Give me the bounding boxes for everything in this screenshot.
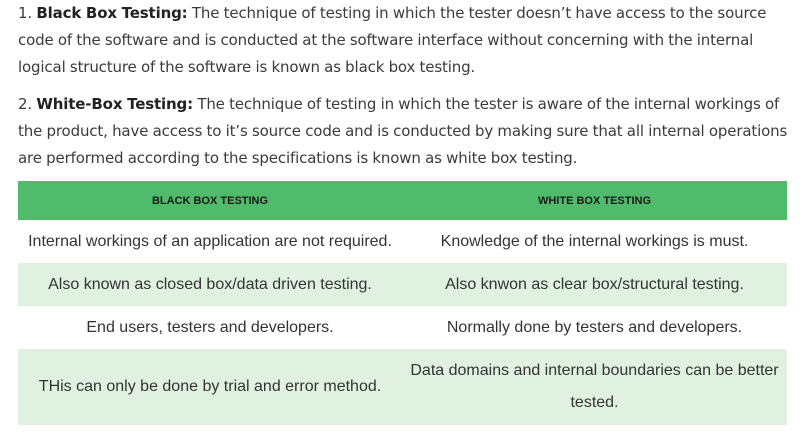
term-black-box: Black Box Testing:: [36, 4, 188, 22]
paragraph-black-box: 1. Black Box Testing: The technique of t…: [18, 0, 798, 81]
table-cell: Normally done by testers and developers.: [446, 318, 743, 336]
table-cell: Data domains and internal boundaries can…: [402, 349, 787, 425]
paragraph-number: 2.: [18, 95, 33, 113]
table-cell: Also known as closed box/data driven tes…: [18, 263, 402, 306]
header-white-box: WHITE BOX TESTING: [402, 181, 787, 220]
table-row: Internal workings of an application are …: [18, 220, 787, 263]
table-cell: End users, testers and developers.: [86, 318, 334, 336]
table-row: Also known as closed box/data driven tes…: [18, 263, 787, 306]
term-white-box: White-Box Testing:: [36, 95, 193, 113]
header-black-box: BLACK BOX TESTING: [18, 181, 402, 220]
table-cell: Knowledge of the internal workings is mu…: [440, 232, 749, 250]
comparison-table: BLACK BOX TESTING WHITE BOX TESTING Inte…: [18, 181, 787, 425]
paragraph-white-box: 2. White-Box Testing: The technique of t…: [18, 91, 798, 172]
table-header-row: BLACK BOX TESTING WHITE BOX TESTING: [18, 181, 787, 220]
table-cell: Also knwon as clear box/structural testi…: [402, 263, 787, 306]
table-cell: Internal workings of an application are …: [28, 232, 392, 250]
paragraph-number: 1.: [18, 4, 33, 22]
table-cell: THis can only be done by trial and error…: [18, 349, 402, 425]
table-row: End users, testers and developers. Norma…: [18, 306, 787, 349]
table-row: THis can only be done by trial and error…: [18, 349, 787, 425]
